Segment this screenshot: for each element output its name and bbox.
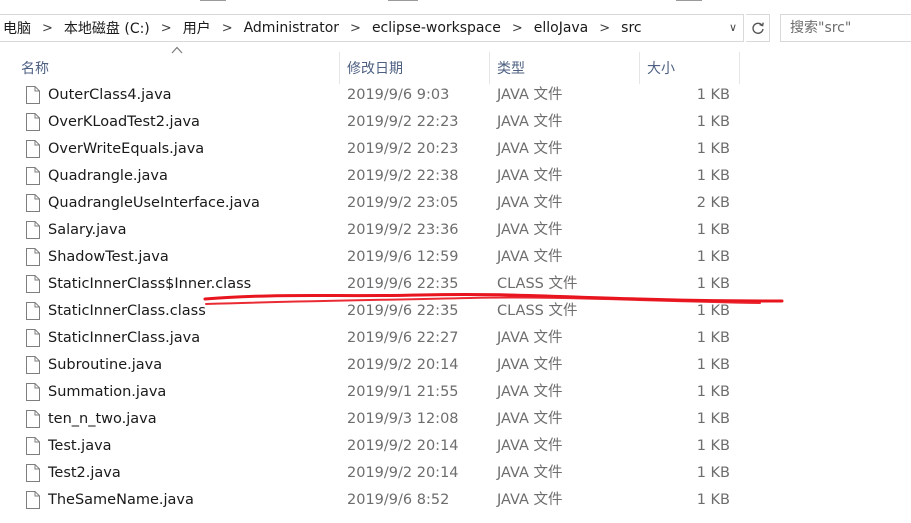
red-annotation-underline — [203, 292, 784, 305]
